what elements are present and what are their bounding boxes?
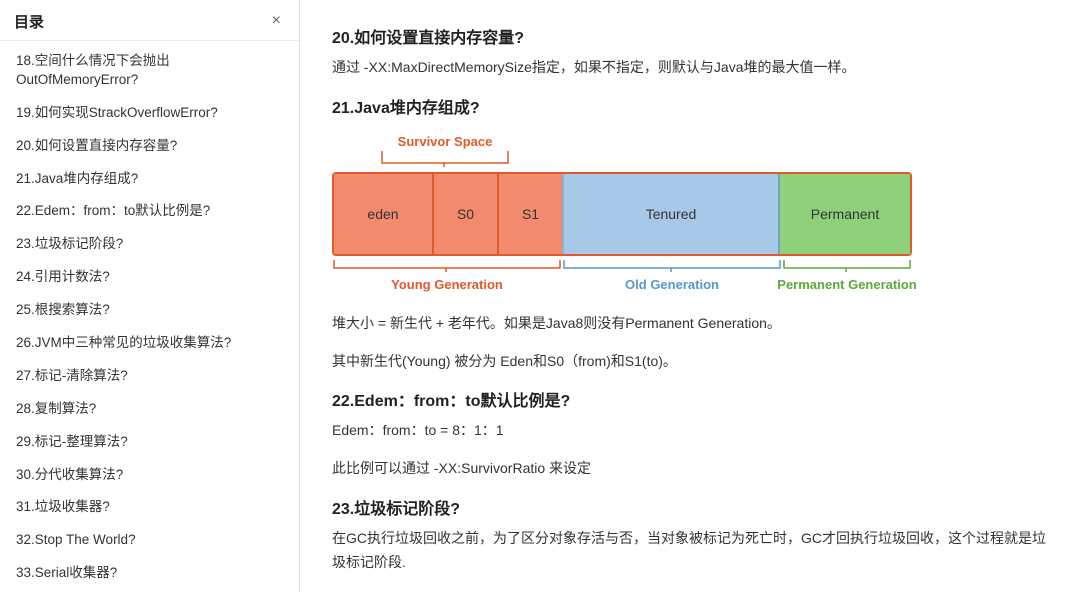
diagram-wrapper: Survivor Space eden S0 S1 [332,134,912,292]
box-permanent: Permanent [780,174,910,254]
boxes-row: eden S0 S1 Tenured Permanent [332,172,912,256]
sidebar-item-item-27[interactable]: 27.标记-清除算法? [0,360,299,393]
box-tenured: Tenured [564,174,780,254]
section-22: 22.Edem：from：to默认比例是? Edem：from：to = 8：1… [332,387,1048,481]
sidebar-item-item-28[interactable]: 28.复制算法? [0,393,299,426]
section-23-title: 23.垃圾标记阶段? [332,495,1048,519]
old-brace-svg [562,258,782,276]
sidebar-item-item-25[interactable]: 25.根搜索算法? [0,294,299,327]
section-20-title: 20.如何设置直接内存容量? [332,24,1048,48]
sidebar-item-item-18[interactable]: 18.空间什么情况下会抛出OutOfMemoryError? [0,45,299,97]
survivor-space-brace: Survivor Space [380,134,510,167]
sidebar-item-item-26[interactable]: 26.JVM中三种常见的垃圾收集算法? [0,327,299,360]
main-content: 20.如何设置直接内存容量? 通过 -XX:MaxDirectMemorySiz… [300,0,1080,592]
box-s1: S1 [499,174,564,254]
sidebar-item-item-22[interactable]: 22.Edem：from：to默认比例是? [0,195,299,228]
sidebar-item-item-33[interactable]: 33.Serial收集器? [0,557,299,590]
sidebar-item-item-29[interactable]: 29.标记-整理算法? [0,426,299,459]
section-22-title: 22.Edem：from：to默认比例是? [332,387,1048,411]
sidebar-item-item-20[interactable]: 20.如何设置直接内存容量? [0,130,299,163]
permanent-generation-label: Permanent Generation [777,277,916,292]
sidebar-item-item-24[interactable]: 24.引用计数法? [0,261,299,294]
sidebar-item-item-31[interactable]: 31.垃圾收集器? [0,491,299,524]
sidebar-item-item-32[interactable]: 32.Stop The World? [0,524,299,557]
section-21: 21.Java堆内存组成? Survivor Space eden [332,94,1048,374]
brace-young: Young Generation [332,258,562,292]
young-brace-svg [332,258,562,276]
old-generation-label: Old Generation [625,277,719,292]
braces-bottom: Young Generation Old Generation [332,258,912,292]
sidebar-header: 目录 × [0,0,299,41]
sidebar-item-item-23[interactable]: 23.垃圾标记阶段? [0,228,299,261]
sidebar: 目录 × 18.空间什么情况下会抛出OutOfMemoryError?19.如何… [0,0,300,592]
sidebar-nav: 18.空间什么情况下会抛出OutOfMemoryError?19.如何实现Str… [0,41,299,592]
section-22-text2: 此比例可以通过 -XX:SurvivorRatio 来设定 [332,457,1048,481]
section-23: 23.垃圾标记阶段? 在GC执行垃圾回收之前，为了区分对象存活与否，当对象被标记… [332,495,1048,575]
box-eden: eden [334,174,434,254]
survivor-space-label: Survivor Space [398,134,493,149]
section-22-text1: Edem：from：to = 8：1：1 [332,419,1048,443]
section-20: 20.如何设置直接内存容量? 通过 -XX:MaxDirectMemorySiz… [332,24,1048,80]
sidebar-item-item-21[interactable]: 21.Java堆内存组成? [0,163,299,196]
young-generation-label: Young Generation [391,277,503,292]
box-s0: S0 [434,174,499,254]
perm-brace-svg [782,258,912,276]
sidebar-title: 目录 [14,11,44,32]
heap-diagram: Survivor Space eden S0 S1 [332,134,1048,292]
section-21-text1: 堆大小 = 新生代 + 老年代。如果是Java8则没有Permanent Gen… [332,312,1048,336]
sidebar-item-item-30[interactable]: 30.分代收集算法? [0,459,299,492]
sidebar-close-button[interactable]: × [268,10,285,32]
brace-perm: Permanent Generation [782,258,912,292]
brace-old: Old Generation [562,258,782,292]
section-21-title: 21.Java堆内存组成? [332,94,1048,118]
section-21-text2: 其中新生代(Young) 被分为 Eden和S0（from)和S1(to)。 [332,350,1048,374]
sidebar-item-item-19[interactable]: 19.如何实现StrackOverflowError? [0,97,299,130]
section-20-text: 通过 -XX:MaxDirectMemorySize指定，如果不指定，则默认与J… [332,56,1048,80]
section-23-text: 在GC执行垃圾回收之前，为了区分对象存活与否，当对象被标记为死亡时，GC才回执行… [332,527,1048,575]
survivor-brace-svg [380,149,510,167]
